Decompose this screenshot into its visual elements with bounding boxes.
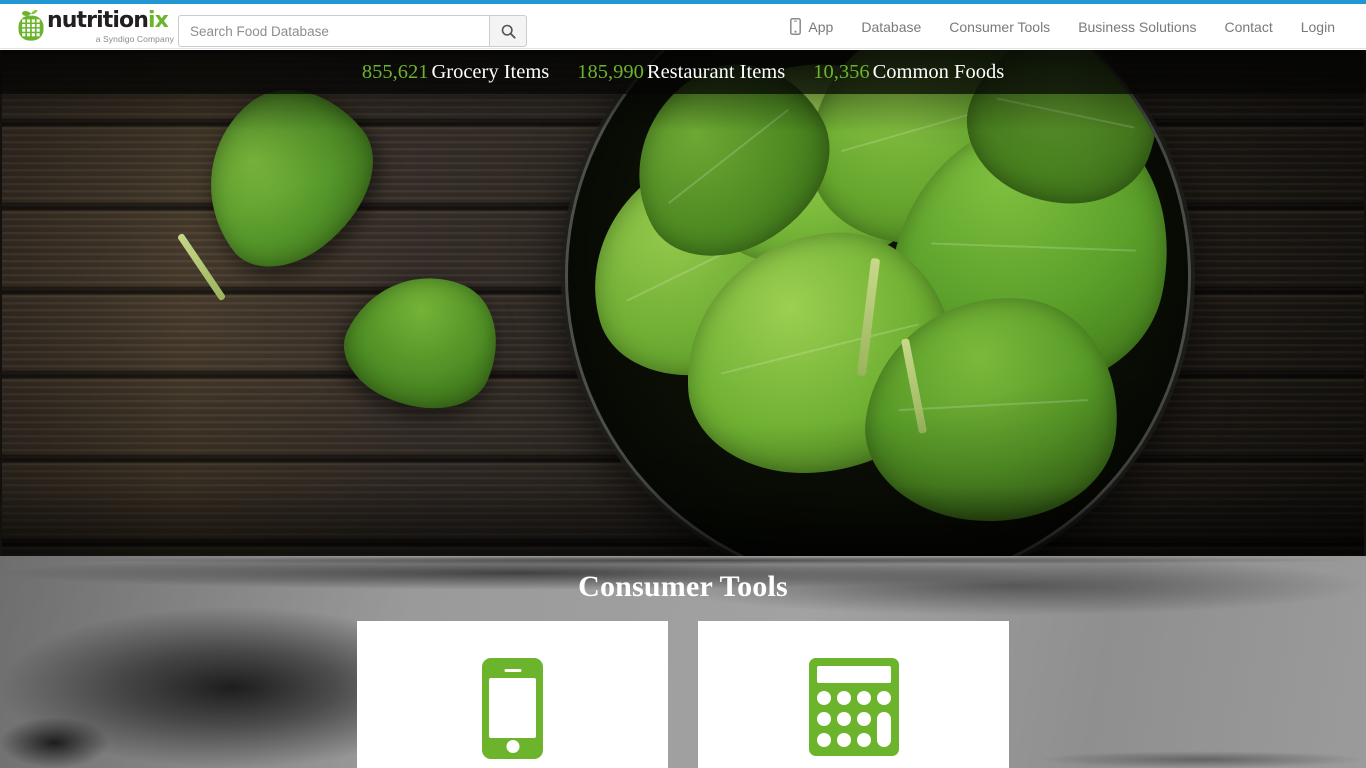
logo-tagline: a Syndigo Company	[95, 34, 174, 44]
top-accent-bar	[0, 0, 1366, 4]
calculator-keys	[816, 691, 891, 748]
nav-item-database[interactable]: Database	[847, 4, 935, 49]
phone-speaker	[504, 669, 521, 672]
tool-card-calculator-icon-wrap	[698, 658, 1009, 756]
nav-item-contact[interactable]: Contact	[1210, 4, 1286, 49]
page-root: 855,621 Grocery Items 185,990 Restaurant I…	[0, 0, 1366, 768]
stat-restaurant-count: 185,990	[577, 60, 644, 83]
nav-item-contact-label: Contact	[1224, 18, 1273, 35]
search-button[interactable]	[489, 15, 527, 47]
nav-item-database-label: Database	[861, 18, 922, 35]
stat-grocery-count: 855,621	[361, 60, 429, 83]
tool-card-app[interactable]	[357, 621, 668, 768]
mobile-phone-icon	[482, 658, 543, 759]
stat-common-foods: 10,356 Common Foods	[799, 61, 1018, 84]
search-input[interactable]	[178, 15, 489, 47]
stat-grocery-label: Grocery Items	[431, 60, 550, 83]
phone-home-button	[506, 740, 519, 753]
database-stats-bar: 855,621 Grocery Items 185,990 Restaurant I…	[0, 50, 1366, 94]
logo-wordmark: nutritionix	[47, 8, 169, 33]
apple-grid-icon	[18, 9, 44, 41]
nav-item-login-label: Login	[1300, 18, 1335, 35]
logo-word-accent: ix	[147, 8, 169, 33]
hero-vignette-overlay	[2, 50, 1364, 556]
consumer-tools-heading: Consumer Tools	[578, 570, 788, 603]
nav-item-app-label: App	[808, 18, 834, 35]
logo-word-main: nutrition	[47, 8, 149, 33]
nav-item-login[interactable]: Login	[1287, 4, 1348, 49]
calculator-display	[816, 666, 891, 683]
calculator-icon	[808, 658, 899, 756]
nav-item-app[interactable]: App	[776, 4, 847, 49]
tool-card-calculator[interactable]	[698, 621, 1009, 768]
stat-common-foods-count: 10,356	[813, 60, 870, 83]
tool-card-app-icon-wrap	[357, 658, 668, 759]
search-icon	[501, 24, 516, 39]
nav-item-consumer-tools[interactable]: Consumer Tools	[935, 4, 1064, 49]
nav-item-business-solutions-label: Business Solutions	[1078, 18, 1197, 35]
hero-banner	[0, 50, 1366, 556]
stat-grocery-items: 855,621 Grocery Items	[348, 61, 563, 84]
site-logo[interactable]: nutritionix a Syndigo Company	[14, 6, 176, 48]
stat-restaurant-items: 185,990 Restaurant Items	[563, 61, 799, 84]
nav-item-business-solutions[interactable]: Business Solutions	[1064, 4, 1210, 49]
search-group	[178, 15, 527, 47]
phone-screen	[489, 678, 536, 738]
nav-item-consumer-tools-label: Consumer Tools	[949, 18, 1051, 35]
mobile-phone-icon	[790, 18, 802, 35]
stat-restaurant-label: Restaurant Items	[646, 60, 786, 83]
stat-common-foods-label: Common Foods	[872, 60, 1005, 83]
site-header: nutritionix a Syndigo Company App	[0, 4, 1366, 49]
main-navigation: App Database Consumer Tools Business Sol…	[776, 4, 1348, 49]
